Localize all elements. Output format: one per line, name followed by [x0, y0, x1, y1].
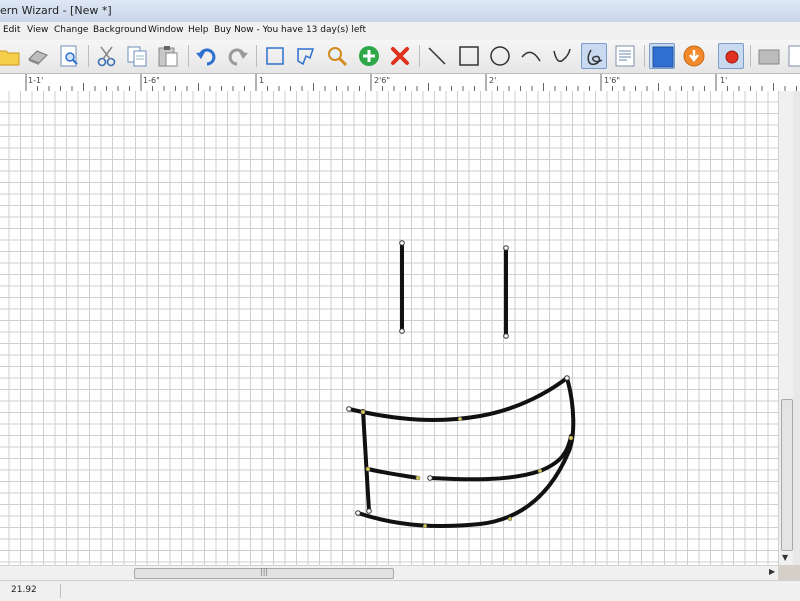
window-edge [793, 91, 800, 565]
handle-point[interactable] [422, 523, 428, 529]
mouth-middle-stroke[interactable] [366, 467, 420, 480]
record-icon[interactable] [718, 43, 744, 69]
open-folder-icon[interactable] [0, 43, 22, 69]
copy-icon[interactable] [124, 43, 150, 69]
control-point[interactable] [355, 510, 361, 516]
scroll-down-arrow-icon[interactable]: ▼ [782, 553, 788, 562]
mouth-left-stroke[interactable] [361, 409, 371, 513]
ruler-label: 1-6" [143, 76, 160, 85]
handle-point[interactable] [537, 468, 543, 474]
mouth-top-stroke[interactable] [347, 376, 569, 422]
drawing-canvas[interactable] [0, 91, 778, 565]
menu-buy-now[interactable]: Buy Now - You have 13 day(s) left [214, 25, 366, 35]
vertical-scrollbar[interactable]: ▼ [778, 91, 794, 565]
title-bar: ern Wizard - [New *] [0, 0, 800, 23]
status-divider [60, 584, 61, 598]
print-preview-icon[interactable] [56, 43, 82, 69]
drawing-svg [346, 240, 576, 529]
menu-change[interactable]: Change [54, 25, 88, 35]
vertical-scroll-thumb[interactable] [781, 399, 793, 551]
select-rectangle-icon[interactable] [262, 43, 288, 69]
ruler-label: 2'6" [374, 76, 391, 85]
ruler-label: 1'6" [604, 76, 621, 85]
ruler-label: 1' [720, 76, 728, 85]
ruler-label: 1 [259, 76, 265, 85]
scroll-grip-icon: ||| [260, 567, 269, 576]
menu-edit[interactable]: Edit [3, 25, 20, 35]
folder-gray-icon[interactable] [756, 43, 782, 69]
ruler-label: 1-1' [28, 76, 44, 85]
toolbar [0, 40, 800, 74]
horizontal-ruler: 1-1' 1-6" 1 2'6" 2' 1'6" 1' [0, 74, 800, 92]
menu-window[interactable]: Window [148, 25, 184, 35]
control-point[interactable] [564, 375, 570, 381]
curve-tool-icon[interactable] [549, 43, 575, 69]
control-point[interactable] [366, 508, 372, 514]
add-point-icon[interactable] [356, 43, 382, 69]
control-point[interactable] [399, 328, 405, 334]
handle-point[interactable] [568, 435, 574, 441]
horizontal-scroll-thumb[interactable]: ||| [134, 567, 394, 579]
control-point[interactable] [427, 475, 433, 481]
undo-icon[interactable] [194, 43, 220, 69]
freehand-tool-icon[interactable] [581, 43, 607, 69]
control-point[interactable] [346, 406, 352, 412]
handle-point[interactable] [507, 516, 513, 522]
cut-icon[interactable] [94, 43, 120, 69]
handle-point[interactable] [360, 409, 366, 415]
control-point[interactable] [399, 240, 405, 246]
eraser-icon[interactable] [25, 43, 51, 69]
control-point[interactable] [503, 245, 509, 251]
delete-icon[interactable] [387, 43, 413, 69]
select-lasso-icon[interactable] [293, 43, 319, 69]
circle-tool-icon[interactable] [487, 43, 513, 69]
fill-icon[interactable] [649, 43, 675, 69]
horizontal-scrollbar[interactable]: ||| ▶ [0, 565, 778, 580]
menu-bar: Edit View Change Background Window Help … [0, 22, 800, 40]
menu-view[interactable]: View [27, 25, 48, 35]
zoom-icon[interactable] [324, 43, 350, 69]
menu-background[interactable]: Background [93, 25, 147, 35]
status-value: 21.92 [11, 585, 37, 595]
line-tool-icon[interactable] [424, 43, 450, 69]
control-point[interactable] [503, 333, 509, 339]
properties-icon[interactable] [612, 43, 638, 69]
list-icon[interactable] [786, 43, 800, 69]
menu-help[interactable]: Help [188, 25, 209, 35]
arc-tool-icon[interactable] [518, 43, 544, 69]
mouth-bottom-stroke[interactable] [356, 449, 571, 529]
scroll-right-arrow-icon[interactable]: ▶ [769, 567, 775, 576]
ruler-ticks [25, 74, 797, 91]
ruler-label: 2' [489, 76, 497, 85]
mouth-middle-right-stroke[interactable] [428, 434, 573, 482]
rectangle-tool-icon[interactable] [456, 43, 482, 69]
redo-icon[interactable] [224, 43, 250, 69]
handle-point[interactable] [365, 466, 371, 472]
status-bar: 21.92 [0, 580, 800, 601]
import-icon[interactable] [681, 43, 707, 69]
paste-icon[interactable] [155, 43, 181, 69]
handle-point[interactable] [457, 416, 463, 422]
handle-point[interactable] [415, 475, 421, 481]
window-title: ern Wizard - [New *] [0, 4, 112, 17]
